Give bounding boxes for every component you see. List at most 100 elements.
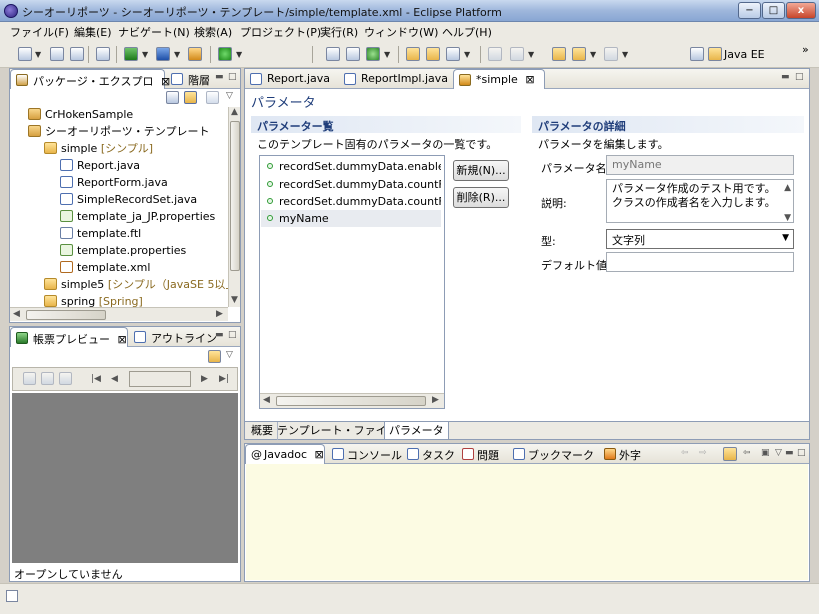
tab-console[interactable]: コンソール — [327, 444, 402, 464]
tree-item[interactable]: template_ja_JP.properties — [60, 209, 215, 225]
tree-horizontal-thumb[interactable] — [26, 310, 106, 320]
save-icon[interactable] — [50, 47, 64, 61]
parameter-type-select[interactable]: 文字列 ▼ — [606, 229, 794, 249]
minimize-view-icon[interactable]: ▬ — [785, 448, 794, 458]
open-file-icon[interactable] — [208, 350, 221, 363]
tree-item[interactable]: Report.java — [60, 158, 140, 174]
tab-simple[interactable]: *simple ⊠ — [453, 69, 545, 89]
menu-project[interactable]: プロジェクト(P) — [240, 24, 321, 40]
tree-vertical-scrollbar[interactable]: ▲ ▼ — [228, 107, 240, 307]
minimize-view-icon[interactable]: ▬ — [215, 72, 224, 82]
minimize-view-icon[interactable]: ▬ — [781, 72, 790, 82]
deploy-dropdown-icon[interactable]: ▼ — [174, 50, 180, 59]
tree-item[interactable]: template.xml — [60, 260, 150, 276]
save-all-icon[interactable] — [70, 47, 84, 61]
perspective-label[interactable]: Java EE — [724, 48, 765, 61]
tab-tasks[interactable]: タスク — [402, 444, 456, 464]
refresh-dropdown-icon[interactable]: ▼ — [384, 50, 390, 59]
scroll-down-icon[interactable]: ▼ — [784, 211, 791, 222]
tab-outline[interactable]: アウトライン — [129, 327, 219, 347]
view-menu-icon[interactable] — [206, 91, 219, 104]
minimize-button[interactable]: − — [738, 2, 761, 19]
menu-window[interactable]: ウィンドウ(W) — [364, 24, 438, 40]
tab-bookmarks[interactable]: ブックマーク — [508, 444, 598, 464]
open-type-icon[interactable] — [426, 47, 440, 61]
view-menu-dropdown-icon[interactable]: ▽ — [775, 448, 782, 458]
parameter-list[interactable]: recordSet.dummyData.enabled recordSet.du… — [259, 155, 445, 409]
link-selection-icon[interactable] — [723, 447, 737, 461]
server-icon[interactable] — [124, 47, 138, 61]
last-page-icon[interactable]: ▶| — [219, 374, 229, 384]
menu-navigate[interactable]: ナビゲート(N) — [118, 24, 190, 40]
list-item[interactable]: recordSet.dummyData.countForDe — [261, 193, 441, 210]
server-dropdown-icon[interactable]: ▼ — [142, 50, 148, 59]
delete-parameter-button[interactable]: 削除(R)... — [453, 187, 509, 208]
parameter-default-field[interactable] — [606, 252, 794, 272]
menu-file[interactable]: ファイル(F) — [10, 24, 69, 40]
window-titlebar[interactable]: シーオーリポーツ - シーオーリポーツ・テンプレート/simple/templa… — [0, 0, 819, 22]
run-dropdown-icon[interactable]: ▼ — [236, 50, 242, 59]
page-number-input[interactable] — [129, 371, 191, 387]
tab-javadoc[interactable]: @ Javadoc ⊠ — [245, 444, 325, 464]
tree-item[interactable]: template.ftl — [60, 226, 141, 242]
refresh-icon[interactable] — [366, 47, 380, 61]
annotation-prev-icon[interactable] — [510, 47, 524, 61]
print-preview-icon[interactable] — [23, 372, 36, 385]
forward-icon[interactable]: ⇨ — [699, 448, 707, 458]
maximize-view-icon[interactable]: □ — [797, 448, 806, 458]
back-dropdown-icon[interactable]: ▼ — [590, 50, 596, 59]
build-icon[interactable] — [326, 47, 340, 61]
close-button[interactable]: x — [786, 2, 816, 19]
run-icon[interactable] — [218, 47, 232, 61]
scroll-up-icon[interactable]: ▲ — [784, 181, 791, 195]
close-icon[interactable]: ⊠ — [525, 73, 534, 86]
back-icon[interactable]: ⇦ — [681, 448, 689, 458]
tree-item[interactable]: template.properties — [60, 243, 186, 259]
view-menu-dropdown-icon[interactable]: ▽ — [226, 350, 233, 360]
java-ee-perspective-icon[interactable] — [708, 47, 722, 61]
forward-dropdown-icon[interactable]: ▼ — [622, 50, 628, 59]
view-menu-dropdown-icon[interactable]: ▽ — [226, 91, 233, 101]
parameter-desc-field[interactable]: パラメータ作成のテスト用です。クラスの作成者名を入力します。 ▲ ▼ — [606, 179, 794, 223]
tab-report-preview[interactable]: 帳票プレビュー ⊠ — [10, 327, 128, 347]
list-horizontal-scrollbar[interactable]: ◀ ▶ — [260, 393, 444, 408]
tab-package-explorer[interactable]: パッケージ・エクスプロ ⊠ — [10, 69, 170, 89]
maximize-view-icon[interactable]: □ — [228, 72, 237, 82]
open-folder-icon[interactable] — [406, 47, 420, 61]
collapse-all-icon[interactable] — [166, 91, 179, 104]
search-icon[interactable] — [446, 47, 460, 61]
next-page-icon[interactable]: ▶ — [201, 374, 208, 384]
tab-gaiji[interactable]: 外字 — [599, 444, 649, 464]
tab-parameters[interactable]: パラメータ — [384, 422, 449, 440]
tree-item[interactable]: ReportForm.java — [60, 175, 168, 191]
tab-hierarchy[interactable]: 階層 — [166, 69, 216, 89]
tree-item[interactable]: CrHokenSample — [28, 107, 133, 123]
open-declaration-icon[interactable]: ⇦ — [743, 448, 751, 458]
open-external-icon[interactable]: ▣ — [761, 448, 770, 458]
tree-item[interactable]: simple [シンプル] — [44, 141, 153, 157]
open-perspective-icon[interactable] — [690, 47, 704, 61]
tab-problems[interactable]: 問題 — [457, 444, 507, 464]
maximize-button[interactable]: □ — [762, 2, 785, 19]
tree-item[interactable]: シーオーリポーツ・テンプレート — [28, 124, 209, 140]
page-setup-icon[interactable] — [41, 372, 54, 385]
new-dropdown-icon[interactable]: ▼ — [35, 50, 41, 59]
deploy-icon[interactable] — [156, 47, 170, 61]
tree-vertical-thumb[interactable] — [230, 121, 240, 271]
link-editor-icon[interactable] — [184, 91, 197, 104]
close-icon[interactable]: ⊠ — [315, 448, 324, 461]
minimize-view-icon[interactable]: ▬ — [215, 330, 224, 340]
last-edit-icon[interactable] — [552, 47, 566, 61]
new-parameter-button[interactable]: 新規(N)... — [453, 160, 509, 181]
tab-report-java[interactable]: Report.java — [245, 69, 337, 89]
maximize-view-icon[interactable]: □ — [795, 72, 804, 82]
forward-icon[interactable] — [604, 47, 618, 61]
list-item[interactable]: recordSet.dummyData.enabled — [261, 158, 441, 175]
parameter-name-field[interactable]: myName — [606, 155, 794, 175]
menu-help[interactable]: ヘルプ(H) — [442, 24, 492, 40]
menu-search[interactable]: 検索(A) — [194, 24, 232, 40]
prev-page-icon[interactable]: ◀ — [111, 374, 118, 384]
search-dropdown-icon[interactable]: ▼ — [464, 50, 470, 59]
list-horizontal-thumb[interactable] — [276, 396, 426, 406]
tree-item[interactable]: simple5 [シンプル（JavaSE 5以上）] — [44, 277, 228, 293]
